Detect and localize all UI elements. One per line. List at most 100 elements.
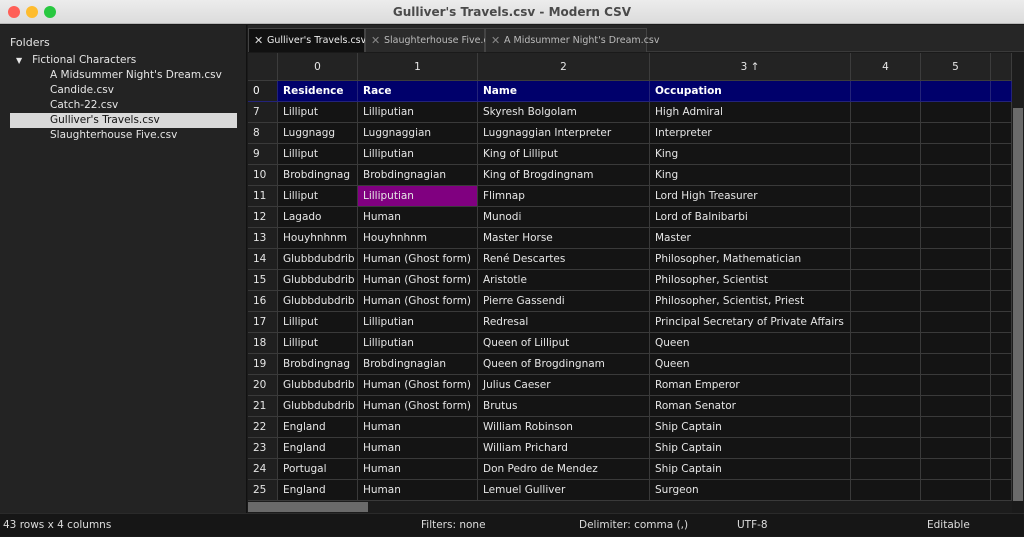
table-cell[interactable]: Houyhnhnm bbox=[278, 228, 358, 249]
table-cell[interactable]: Human bbox=[358, 480, 478, 501]
table-cell[interactable]: Philosopher, Scientist bbox=[650, 270, 851, 291]
row-number[interactable]: 9 bbox=[248, 144, 278, 165]
row-number[interactable]: 22 bbox=[248, 417, 278, 438]
column-header[interactable]: 3 ↑ bbox=[650, 53, 851, 81]
row-number[interactable]: 25 bbox=[248, 480, 278, 501]
table-cell[interactable]: King of Lilliput bbox=[478, 144, 650, 165]
table-cell[interactable]: Lilliput bbox=[278, 312, 358, 333]
table-cell[interactable] bbox=[921, 165, 991, 186]
table-cell[interactable]: Portugal bbox=[278, 459, 358, 480]
table-cell[interactable] bbox=[921, 81, 991, 102]
table-cell[interactable]: Lilliputian bbox=[358, 102, 478, 123]
table-cell[interactable]: Glubbdubdrib bbox=[278, 375, 358, 396]
table-cell[interactable] bbox=[991, 375, 1012, 396]
tab-file[interactable]: ✕ A Midsummer Night's Dream.csv bbox=[485, 28, 659, 52]
column-header[interactable] bbox=[991, 53, 1012, 81]
table-cell[interactable]: England bbox=[278, 480, 358, 501]
table-cell[interactable] bbox=[921, 144, 991, 165]
table-cell[interactable] bbox=[851, 417, 921, 438]
table-cell[interactable]: Roman Senator bbox=[650, 396, 851, 417]
table-cell[interactable] bbox=[851, 102, 921, 123]
minimize-window-button[interactable] bbox=[26, 6, 38, 18]
table-cell[interactable]: Occupation bbox=[650, 81, 851, 102]
row-number[interactable]: 19 bbox=[248, 354, 278, 375]
table-cell[interactable] bbox=[851, 123, 921, 144]
column-header[interactable]: 0 bbox=[278, 53, 358, 81]
table-cell[interactable]: Human (Ghost form) bbox=[358, 396, 478, 417]
vertical-scroll-thumb[interactable] bbox=[1013, 108, 1023, 501]
table-cell[interactable]: Aristotle bbox=[478, 270, 650, 291]
table-cell[interactable] bbox=[851, 291, 921, 312]
row-number[interactable]: 17 bbox=[248, 312, 278, 333]
table-cell[interactable]: Ship Captain bbox=[650, 459, 851, 480]
status-encoding[interactable]: UTF-8 bbox=[737, 514, 768, 537]
table-cell[interactable] bbox=[991, 102, 1012, 123]
table-cell[interactable]: Brobdingnag bbox=[278, 354, 358, 375]
table-cell[interactable] bbox=[921, 333, 991, 354]
table-cell[interactable] bbox=[921, 354, 991, 375]
table-cell[interactable]: Human (Ghost form) bbox=[358, 291, 478, 312]
table-cell[interactable] bbox=[991, 207, 1012, 228]
table-cell[interactable]: Don Pedro de Mendez bbox=[478, 459, 650, 480]
row-number[interactable]: 23 bbox=[248, 438, 278, 459]
table-cell[interactable]: England bbox=[278, 438, 358, 459]
table-cell[interactable]: William Robinson bbox=[478, 417, 650, 438]
table-cell[interactable]: Lilliput bbox=[278, 144, 358, 165]
table-cell[interactable]: Lilliput bbox=[278, 102, 358, 123]
table-cell[interactable]: Glubbdubdrib bbox=[278, 270, 358, 291]
table-cell[interactable] bbox=[851, 354, 921, 375]
table-cell[interactable]: Principal Secretary of Private Affairs bbox=[650, 312, 851, 333]
table-cell[interactable]: Glubbdubdrib bbox=[278, 291, 358, 312]
table-cell[interactable] bbox=[921, 207, 991, 228]
tab-file[interactable]: ✕ Gulliver's Travels.csv bbox=[248, 28, 366, 52]
table-cell[interactable]: Lord of Balnibarbi bbox=[650, 207, 851, 228]
table-cell[interactable] bbox=[921, 396, 991, 417]
table-cell[interactable]: Residence bbox=[278, 81, 358, 102]
column-header[interactable]: 1 bbox=[358, 53, 478, 81]
row-number[interactable]: 12 bbox=[248, 207, 278, 228]
table-cell[interactable] bbox=[991, 228, 1012, 249]
table-cell[interactable]: William Prichard bbox=[478, 438, 650, 459]
close-window-button[interactable] bbox=[8, 6, 20, 18]
sidebar-file-item[interactable]: A Midsummer Night's Dream.csv bbox=[0, 68, 247, 83]
table-cell[interactable]: Master Horse bbox=[478, 228, 650, 249]
table-cell[interactable]: Human bbox=[358, 207, 478, 228]
table-cell[interactable]: Brobdingnag bbox=[278, 165, 358, 186]
status-mode[interactable]: Editable bbox=[927, 514, 970, 537]
vertical-scrollbar[interactable] bbox=[1012, 53, 1024, 501]
table-cell[interactable]: Lagado bbox=[278, 207, 358, 228]
selected-cell[interactable]: Lilliputian bbox=[358, 186, 478, 207]
table-cell[interactable]: Ship Captain bbox=[650, 417, 851, 438]
table-cell[interactable]: Human bbox=[358, 438, 478, 459]
table-cell[interactable]: Ship Captain bbox=[650, 438, 851, 459]
table-cell[interactable] bbox=[851, 312, 921, 333]
table-cell[interactable]: Luggnagg bbox=[278, 123, 358, 144]
table-cell[interactable]: Houyhnhnm bbox=[358, 228, 478, 249]
status-filters[interactable]: Filters: none bbox=[421, 514, 486, 537]
table-cell[interactable]: England bbox=[278, 417, 358, 438]
column-header[interactable]: 5 bbox=[921, 53, 991, 81]
table-cell[interactable] bbox=[991, 186, 1012, 207]
sidebar-file-item[interactable]: Candide.csv bbox=[0, 83, 247, 98]
table-cell[interactable]: Lilliputian bbox=[358, 144, 478, 165]
table-cell[interactable]: René Descartes bbox=[478, 249, 650, 270]
table-cell[interactable]: Munodi bbox=[478, 207, 650, 228]
table-cell[interactable] bbox=[991, 123, 1012, 144]
row-number[interactable]: 18 bbox=[248, 333, 278, 354]
table-cell[interactable] bbox=[991, 480, 1012, 501]
table-cell[interactable]: Lilliputian bbox=[358, 333, 478, 354]
zoom-window-button[interactable] bbox=[44, 6, 56, 18]
table-cell[interactable] bbox=[991, 459, 1012, 480]
table-cell[interactable]: High Admiral bbox=[650, 102, 851, 123]
table-cell[interactable]: Luggnaggian Interpreter bbox=[478, 123, 650, 144]
table-cell[interactable] bbox=[921, 375, 991, 396]
table-cell[interactable]: Philosopher, Scientist, Priest bbox=[650, 291, 851, 312]
table-cell[interactable] bbox=[921, 228, 991, 249]
table-cell[interactable] bbox=[921, 186, 991, 207]
table-cell[interactable] bbox=[921, 123, 991, 144]
table-cell[interactable] bbox=[921, 417, 991, 438]
column-header[interactable]: 2 bbox=[478, 53, 650, 81]
disclosure-triangle-icon[interactable]: ▼ bbox=[16, 56, 22, 65]
horizontal-scrollbar[interactable] bbox=[248, 501, 1012, 513]
table-cell[interactable]: Glubbdubdrib bbox=[278, 396, 358, 417]
